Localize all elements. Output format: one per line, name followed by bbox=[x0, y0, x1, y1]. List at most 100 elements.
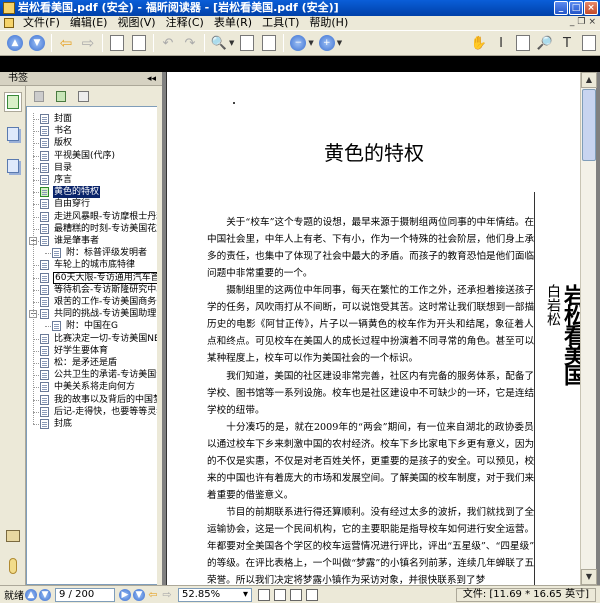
zoom-combo[interactable]: 52.85% ▾ bbox=[178, 587, 252, 602]
close-button[interactable]: × bbox=[584, 1, 598, 15]
print-icon[interactable] bbox=[129, 33, 149, 53]
zoom-chevron-down-icon[interactable]: ▾ bbox=[243, 589, 248, 601]
pages-tab-icon[interactable] bbox=[4, 124, 22, 144]
back-circle-icon[interactable]: ▲ bbox=[5, 33, 25, 53]
bookmark-item[interactable]: 60天大限-专访通用汽车首席 bbox=[27, 271, 161, 284]
next-page-icon[interactable]: ▶ bbox=[119, 588, 131, 601]
bookmark-item[interactable]: 好学生要体育 bbox=[27, 345, 161, 357]
vertical-scrollbar[interactable]: ▲ ▼ bbox=[580, 72, 597, 585]
bookmark-item[interactable]: 我的故事以及背后的中国梦 bbox=[27, 394, 161, 406]
bookmark-item[interactable]: − 谁是肇事者 bbox=[27, 235, 161, 247]
zoom-out-icon[interactable]: − bbox=[288, 33, 308, 53]
menu-form[interactable]: 表单(R) bbox=[211, 16, 259, 30]
bookmark-item[interactable]: 平视美国(代序) bbox=[27, 150, 161, 162]
arrow-left-icon[interactable]: ⇦ bbox=[56, 33, 76, 53]
history-back-icon[interactable]: ⇦ bbox=[147, 588, 159, 601]
bookmark-label: 比赛决定一切-专访美国NBA bbox=[54, 333, 162, 344]
doc-restore-icon[interactable]: ❐ bbox=[577, 17, 585, 27]
add-bookmark-icon[interactable] bbox=[54, 89, 68, 103]
bookmark-item[interactable]: 目录 bbox=[27, 162, 161, 174]
bookmark-item[interactable]: 等待机会-专访斯隆研究中心 bbox=[27, 284, 161, 296]
document-view[interactable]: 黄色的特权 关于“校车”这个专题的设想，最早来源于摄制组两位同事的中年情结。在今… bbox=[162, 72, 600, 585]
bookmark-item[interactable]: 走进风暴眼-专访摩根士丹利 bbox=[27, 211, 161, 223]
document-page: 黄色的特权 关于“校车”这个专题的设想，最早来源于摄制组两位同事的中年情结。在今… bbox=[166, 72, 580, 585]
snapshot-icon[interactable] bbox=[513, 33, 533, 53]
zoom-plus-dropdown-icon[interactable]: ▼ bbox=[337, 39, 342, 47]
doc-close-icon[interactable]: × bbox=[588, 17, 596, 27]
fit-page-icon[interactable] bbox=[237, 33, 257, 53]
menu-edit[interactable]: 编辑(E) bbox=[67, 16, 115, 30]
menu-help[interactable]: 帮助(H) bbox=[306, 16, 355, 30]
bookmark-item[interactable]: 附：中国在G bbox=[27, 320, 161, 332]
collapse-panel-icon[interactable]: ◂◂ bbox=[147, 72, 156, 86]
title-bar[interactable]: 岩松看美国.pdf (安全) - 福昕阅读器 - [岩松看美国.pdf (安全)… bbox=[0, 0, 600, 16]
zoom-plus-icon[interactable]: + bbox=[317, 33, 337, 53]
bookmark-item[interactable]: 后记-走得快，也要等等灵魂 bbox=[27, 406, 161, 418]
zoom-in-icon[interactable]: 🔍 bbox=[209, 33, 229, 53]
bookmark-item[interactable]: − 共同的挑战-专访美国助理国 bbox=[27, 308, 161, 320]
typewriter-icon[interactable]: T bbox=[557, 33, 577, 53]
pages-icon[interactable] bbox=[107, 33, 127, 53]
main-toolbar: ▲ ▼ ⇦ ⇨ ↶ ↷ 🔍 ▼ − ▼ + ▼ ✋ I 🔎 T bbox=[0, 30, 600, 56]
forward-circle-icon[interactable]: ▼ bbox=[27, 33, 47, 53]
bookmark-item[interactable]: 松：是矛还是盾 bbox=[27, 357, 161, 369]
single-page-view-icon[interactable] bbox=[258, 588, 270, 601]
bookmark-item[interactable]: 中美关系将走向何方 bbox=[27, 381, 161, 393]
doc-minimize-icon[interactable]: _ bbox=[570, 17, 575, 27]
note-icon[interactable] bbox=[579, 33, 599, 53]
bookmark-item[interactable]: 黄色的特权 bbox=[27, 186, 161, 199]
zoom-dropdown-icon[interactable]: ▼ bbox=[229, 39, 234, 47]
end-page-icon[interactable]: ▼ bbox=[133, 588, 145, 601]
fit-width-icon[interactable] bbox=[259, 33, 279, 53]
chapter-title: 黄色的特权 bbox=[324, 141, 424, 165]
last-page-icon[interactable]: ▼ bbox=[39, 588, 51, 601]
bookmark-label: 平视美国(代序) bbox=[54, 150, 116, 161]
bookmark-page-icon bbox=[40, 236, 49, 246]
select-text-icon[interactable]: I bbox=[491, 33, 511, 53]
bookmark-properties-icon[interactable] bbox=[76, 89, 90, 103]
bookmark-page-icon bbox=[40, 138, 49, 149]
delete-bookmark-icon[interactable] bbox=[32, 89, 46, 103]
bookmark-page-icon bbox=[40, 333, 49, 344]
bookmark-item[interactable]: 封底 bbox=[27, 418, 161, 430]
hand-icon[interactable]: ✋ bbox=[469, 33, 489, 53]
continuous-facing-view-icon[interactable] bbox=[306, 588, 318, 601]
minimize-button[interactable]: _ bbox=[554, 1, 568, 15]
zoom-out-dropdown-icon[interactable]: ▼ bbox=[308, 39, 313, 47]
bookmark-item[interactable]: 序言 bbox=[27, 174, 161, 186]
first-page-icon[interactable]: ▲ bbox=[25, 588, 37, 601]
bookmark-item[interactable]: 附：标普评级发明者 bbox=[27, 247, 161, 259]
bookmark-item[interactable]: 版权 bbox=[27, 137, 161, 149]
bookmark-item[interactable]: 公共卫生的承诺-专访美国食 bbox=[27, 369, 161, 381]
page-number-input[interactable]: 9 / 200 bbox=[55, 587, 115, 602]
facing-view-icon[interactable] bbox=[290, 588, 302, 601]
panel-title: 书签 bbox=[8, 73, 28, 84]
history-forward-icon[interactable]: ⇨ bbox=[161, 588, 173, 601]
bookmark-item[interactable]: 比赛决定一切-专访美国NBA bbox=[27, 333, 162, 345]
maximize-button[interactable]: □ bbox=[569, 1, 583, 15]
redo-icon[interactable]: ↷ bbox=[180, 33, 200, 53]
document-menu-icon[interactable] bbox=[4, 18, 14, 28]
arrow-right-icon[interactable]: ⇨ bbox=[78, 33, 98, 53]
signature-tab-icon[interactable] bbox=[4, 526, 22, 546]
bookmark-item[interactable]: 车轮上的城市底特律 bbox=[27, 259, 161, 271]
bookmark-item[interactable]: 最糟糕的时刻-专访美国花旗 bbox=[27, 223, 161, 235]
layers-tab-icon[interactable] bbox=[4, 156, 22, 176]
scroll-down-icon[interactable]: ▼ bbox=[581, 569, 597, 585]
menu-view[interactable]: 视图(V) bbox=[114, 16, 162, 30]
bookmark-item[interactable]: 封面 bbox=[27, 113, 161, 125]
bookmark-item[interactable]: 书名 bbox=[27, 125, 161, 137]
menu-file[interactable]: 文件(F) bbox=[20, 16, 67, 30]
bookmarks-tab-icon[interactable] bbox=[4, 92, 22, 112]
scroll-up-icon[interactable]: ▲ bbox=[581, 72, 597, 88]
undo-icon[interactable]: ↶ bbox=[158, 33, 178, 53]
menu-comment[interactable]: 注释(C) bbox=[163, 16, 211, 30]
bookmark-page-icon bbox=[40, 370, 49, 381]
scroll-thumb[interactable] bbox=[582, 89, 596, 161]
find-icon[interactable]: 🔎 bbox=[535, 33, 555, 53]
attachments-tab-icon[interactable] bbox=[4, 556, 22, 576]
continuous-view-icon[interactable] bbox=[274, 588, 286, 601]
menu-tools[interactable]: 工具(T) bbox=[259, 16, 306, 30]
bookmark-item[interactable]: 艰苦的工作-专访美国商务部 bbox=[27, 296, 161, 308]
bookmark-item[interactable]: 自由穿行 bbox=[27, 198, 161, 210]
